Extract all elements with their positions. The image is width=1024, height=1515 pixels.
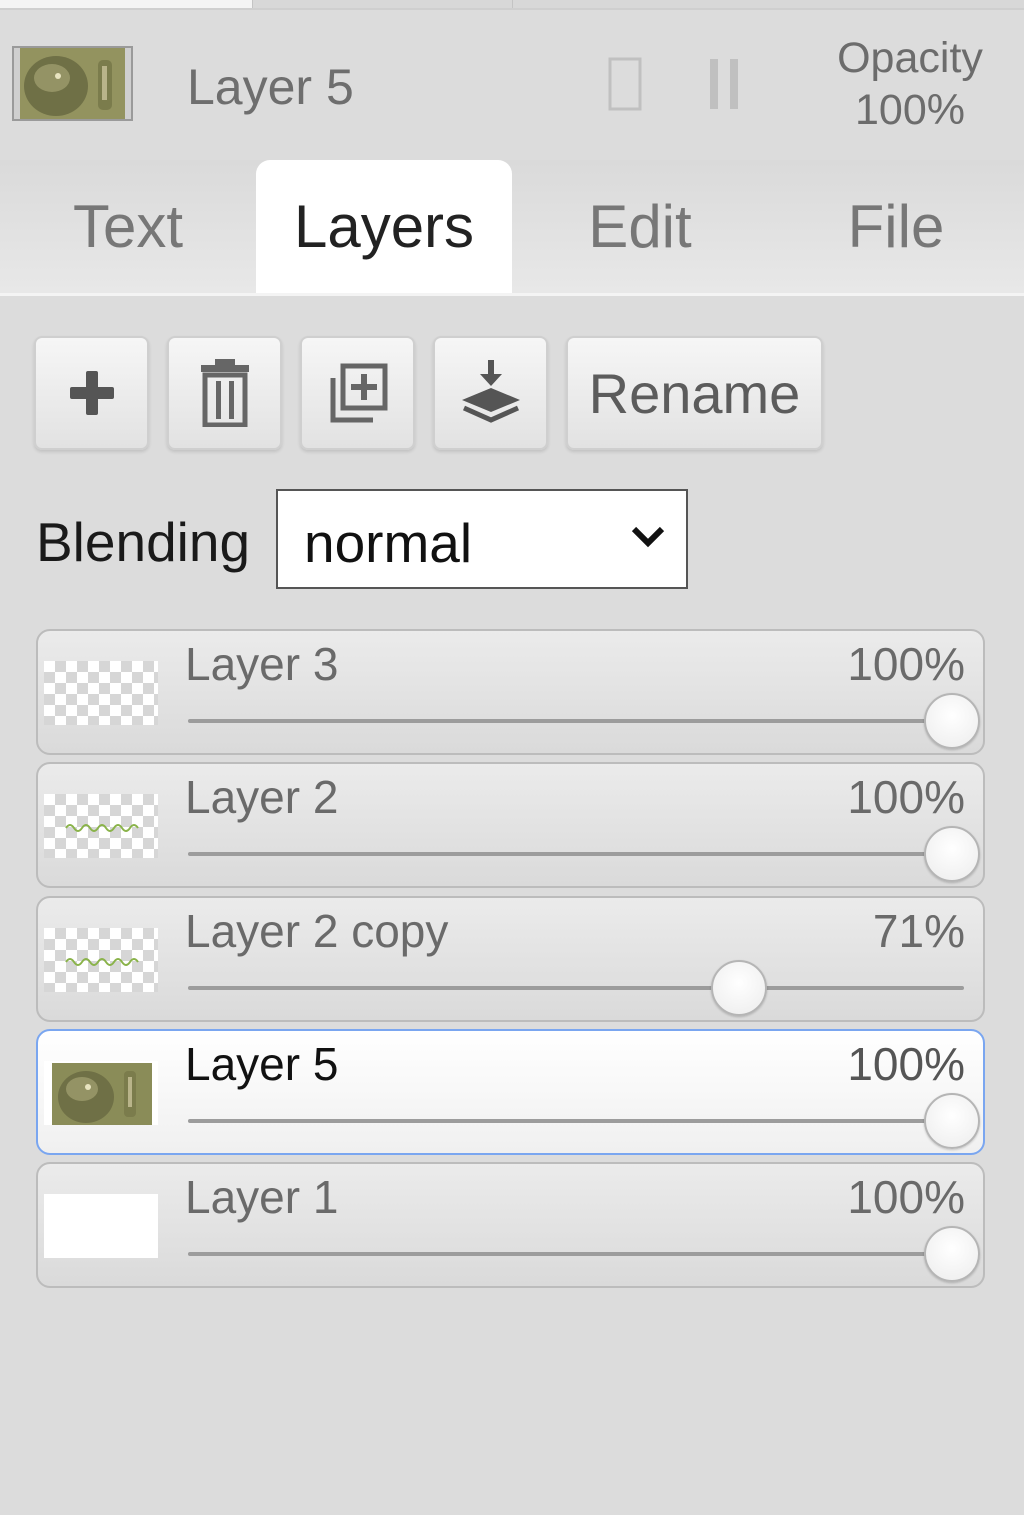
opacity-value: 100% (855, 86, 965, 134)
layer-row[interactable]: Layer 3 100% (36, 629, 985, 755)
current-layer-thumbnail (12, 46, 133, 121)
trash-icon (200, 359, 249, 427)
layer-name: Layer 5 (185, 1038, 339, 1090)
layer-row-selected[interactable]: Layer 5 100% (36, 1029, 985, 1155)
layer-opacity-value: 100% (847, 1171, 965, 1223)
current-layer-name: Layer 5 (187, 59, 354, 115)
plus-icon (69, 371, 114, 415)
layer-opacity-slider[interactable] (188, 1119, 964, 1123)
layer-opacity-value: 71% (872, 905, 965, 957)
duplicate-icon (330, 363, 387, 423)
layer-photo-thumbnail (14, 48, 131, 119)
top-strip-segment (0, 0, 252, 8)
layer-opacity-slider[interactable] (188, 719, 964, 723)
layer-opacity-slider-handle[interactable] (924, 826, 980, 882)
blending-select[interactable]: normal (276, 489, 688, 589)
top-strip-segment (252, 0, 512, 8)
layer-row[interactable]: Layer 2 100% (36, 762, 985, 888)
merge-down-button[interactable] (433, 336, 548, 450)
tab-file[interactable]: File (768, 160, 1024, 293)
top-strip (0, 0, 1024, 10)
layer-opacity-value: 100% (847, 638, 965, 690)
layer-opacity-value: 100% (847, 1038, 965, 1090)
layer-thumbnail (44, 928, 158, 992)
layer-thumbnail (44, 1061, 158, 1125)
layer-thumbnail (44, 661, 158, 725)
layer-photo-thumbnail (44, 1061, 158, 1125)
blending-value: normal (304, 512, 473, 574)
merge-down-icon (461, 360, 520, 423)
tab-edit[interactable]: Edit (512, 160, 768, 293)
duplicate-layer-button[interactable] (300, 336, 415, 450)
opacity-readout: Opacity 100% (812, 32, 1008, 136)
layer-opacity-slider-handle[interactable] (924, 1093, 980, 1149)
layer-row[interactable]: Layer 1 100% (36, 1162, 985, 1288)
top-strip-segment (512, 0, 1024, 8)
layer-thumbnail (44, 794, 158, 858)
layer-opacity-slider-handle[interactable] (924, 1226, 980, 1282)
layer-name: Layer 2 (185, 771, 339, 823)
tab-text[interactable]: Text (0, 160, 256, 293)
chevron-down-icon (631, 526, 665, 548)
layer-opacity-value: 100% (847, 771, 965, 823)
layer-opacity-slider[interactable] (188, 852, 964, 856)
blending-label: Blending (36, 511, 251, 573)
layer-name: Layer 2 copy (185, 905, 449, 957)
tab-bar: Text Layers Edit File (0, 160, 1024, 296)
rename-layer-button[interactable]: Rename (566, 336, 823, 450)
add-layer-button[interactable] (34, 336, 149, 450)
layer-opacity-slider-handle[interactable] (924, 693, 980, 749)
layer-thumbnail (44, 1194, 158, 1258)
layer-opacity-slider[interactable] (188, 986, 964, 990)
layer-name: Layer 1 (185, 1171, 339, 1223)
green-text-thumbnail (65, 824, 139, 832)
faded-toolbar-icons (608, 57, 738, 111)
layer-row[interactable]: Layer 2 copy 71% (36, 896, 985, 1022)
opacity-label: Opacity (837, 34, 983, 82)
tab-layers[interactable]: Layers (256, 160, 512, 293)
layer-opacity-slider[interactable] (188, 1252, 964, 1256)
rename-label: Rename (588, 361, 801, 425)
green-text-thumbnail (65, 958, 139, 966)
layer-name: Layer 3 (185, 638, 339, 690)
layer-opacity-slider-handle[interactable] (710, 960, 767, 1016)
delete-layer-button[interactable] (167, 336, 282, 450)
